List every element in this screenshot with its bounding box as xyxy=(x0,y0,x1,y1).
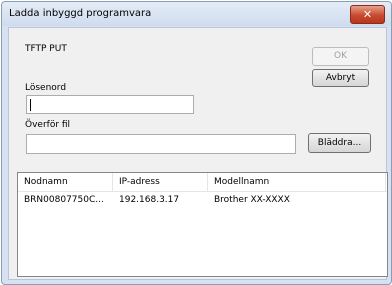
table-row[interactable]: BRN00807750C... 192.168.3.17 Brother XX-… xyxy=(18,192,387,208)
text-caret xyxy=(30,99,31,111)
file-label: Överför fil xyxy=(25,120,71,130)
close-icon: ✕ xyxy=(362,8,373,21)
password-label: Lösenord xyxy=(25,83,67,93)
device-list[interactable]: Nodnamn IP-adress Modellnamn BRN00807750… xyxy=(17,172,388,277)
column-header-model[interactable]: Modellnamn xyxy=(208,173,386,191)
window-title: Ladda inbyggd programvara xyxy=(9,8,152,19)
list-header: Nodnamn IP-adress Modellnamn xyxy=(18,173,387,192)
column-header-node[interactable]: Nodnamn xyxy=(18,173,113,191)
column-header-ip[interactable]: IP-adress xyxy=(113,173,208,191)
close-button[interactable]: ✕ xyxy=(350,5,385,24)
mode-label: TFTP PUT xyxy=(25,44,67,54)
ip-address-cell: 192.168.3.17 xyxy=(119,195,180,205)
browse-button[interactable]: Bläddra... xyxy=(308,133,371,153)
file-path-field[interactable] xyxy=(26,134,296,154)
title-bar[interactable]: Ladda inbyggd programvara ✕ xyxy=(2,2,391,26)
model-name-cell: Brother XX-XXXX xyxy=(214,195,290,205)
password-field[interactable] xyxy=(26,95,194,114)
ok-button[interactable]: OK xyxy=(312,47,369,66)
node-name-cell: BRN00807750C... xyxy=(24,195,104,205)
cancel-button[interactable]: Avbryt xyxy=(312,69,369,87)
